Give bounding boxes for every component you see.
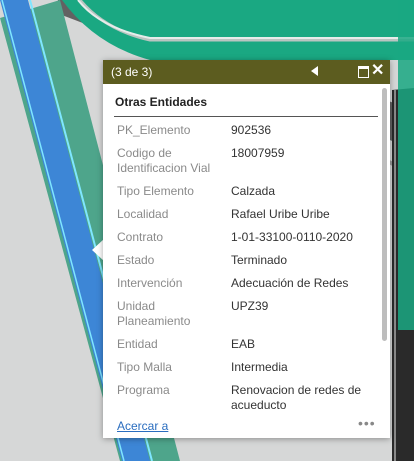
attribute-label: Estado [117, 253, 155, 267]
attribute-row: Unidad Planeamiento UPZ39 [113, 296, 379, 334]
attribute-value: 1-01-33100-0110-2020 [231, 230, 353, 244]
attribute-label: Tipo Elemento [117, 184, 194, 198]
popup-titlebar: (3 de 3) ✕ [103, 60, 390, 84]
more-options-icon[interactable]: ••• [358, 415, 376, 431]
attribute-row: Tipo Malla Intermedia [113, 357, 379, 380]
triangle-left-icon[interactable] [311, 66, 318, 76]
attribute-value: Calzada [231, 184, 276, 198]
attribute-row: Contrato 1-01-33100-0110-2020 [113, 227, 379, 250]
attribute-list[interactable]: PK_Elemento 902536 Codigo de Identificacio… [103, 120, 381, 416]
attribute-label: PK_Elemento [117, 123, 191, 137]
header-divider [114, 116, 378, 117]
popup-header-title: Otras Entidades [115, 95, 208, 109]
attribute-label: Localidad [117, 207, 169, 221]
attribute-label: Unidad Planeamiento [117, 299, 191, 328]
right-road-green [398, 0, 414, 330]
attribute-row: Codigo de Identificacion Vial 18007959 [113, 143, 379, 181]
attribute-value: 902536 [231, 123, 272, 137]
attribute-label: Tipo Malla [117, 360, 172, 374]
pager-text: (3 de 3) [111, 65, 153, 79]
attribute-row: Intervención Adecuación de Redes [113, 273, 379, 296]
attribute-value: 18007959 [231, 146, 285, 160]
attribute-label: Entidad [117, 337, 158, 351]
attribute-row: Localidad Rafael Uribe Uribe [113, 204, 379, 227]
attribute-row: PK_Elemento 902536 [113, 120, 379, 143]
attribute-row: Programa Renovacion de redes de acueducto [113, 380, 379, 416]
attribute-row: Tipo Elemento Calzada [113, 181, 379, 204]
zoom-to-link[interactable]: Acercar a [117, 419, 168, 433]
popup-footer: Acercar a ••• [103, 415, 390, 438]
attribute-label: Codigo de Identificacion Vial [117, 146, 211, 175]
attribute-row: Estado Terminado [113, 250, 379, 273]
attribute-value: Adecuación de Redes [231, 276, 349, 290]
attribute-label: Programa [117, 383, 170, 397]
attribute-label: Contrato [117, 230, 164, 244]
attribute-value: Rafael Uribe Uribe [231, 207, 330, 221]
attribute-value: Intermedia [231, 360, 288, 374]
maximize-icon[interactable] [358, 66, 369, 78]
scrollbar[interactable] [382, 88, 387, 408]
attribute-value: Terminado [231, 253, 288, 267]
feature-popup: (3 de 3) ✕ Otras Entidades PK_Elemento 90… [103, 60, 390, 438]
attribute-value: EAB [231, 337, 256, 351]
attribute-value: UPZ39 [231, 299, 269, 313]
attribute-value: Renovacion de redes de acueducto [231, 383, 362, 412]
attribute-label: Intervención [117, 276, 183, 290]
attribute-row: Entidad EAB [113, 334, 379, 357]
attribute-table: PK_Elemento 902536 Codigo de Identificacio… [113, 120, 379, 416]
scrollbar-thumb[interactable] [382, 88, 387, 341]
close-icon[interactable]: ✕ [371, 62, 384, 80]
